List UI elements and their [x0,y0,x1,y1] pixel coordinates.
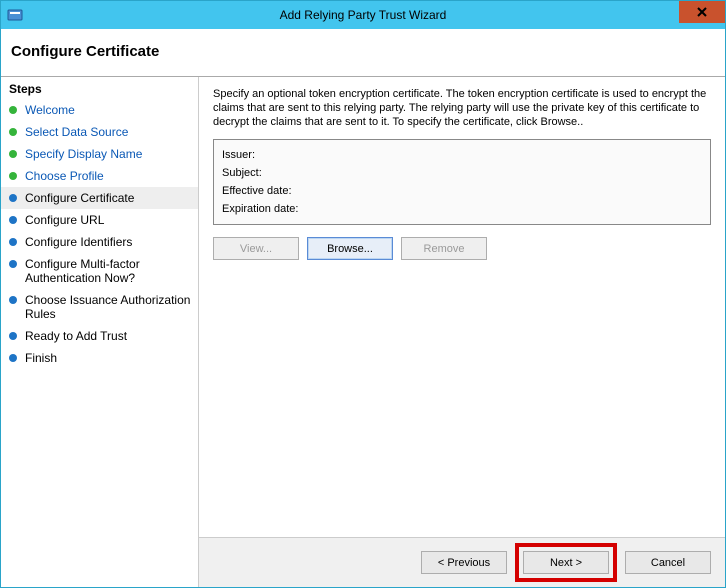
close-button[interactable] [679,1,725,23]
step-configure-url: Configure URL [1,209,198,231]
step-authz-rules: Choose Issuance Authorization Rules [1,289,198,325]
step-upcoming-icon [9,216,17,224]
step-upcoming-icon [9,238,17,246]
next-highlight: Next > [515,543,617,582]
step-label: Welcome [25,103,75,117]
step-done-icon [9,128,17,136]
step-select-data-source[interactable]: Select Data Source [1,121,198,143]
step-label: Choose Profile [25,169,104,183]
wizard-window: Add Relying Party Trust Wizard Configure… [0,0,726,588]
step-done-icon [9,106,17,114]
page-header: Configure Certificate [1,29,725,77]
step-label: Select Data Source [25,125,128,139]
titlebar: Add Relying Party Trust Wizard [1,1,725,29]
step-done-icon [9,172,17,180]
wizard-body: Steps Welcome Select Data Source Specify… [1,77,725,587]
certificate-details-box: Issuer: Subject: Effective date: Expirat… [213,139,711,225]
cert-subject-label: Subject: [222,164,702,182]
step-configure-mfa: Configure Multi-factor Authentication No… [1,253,198,289]
step-label: Configure URL [25,213,104,227]
step-label: Specify Display Name [25,147,142,161]
instructions-text: Specify an optional token encryption cer… [213,87,711,129]
step-done-icon [9,150,17,158]
window-title: Add Relying Party Trust Wizard [1,8,725,22]
step-label: Configure Certificate [25,191,134,205]
previous-button[interactable]: < Previous [421,551,507,574]
step-finish: Finish [1,347,198,369]
step-label: Configure Multi-factor Authentication No… [25,257,192,285]
step-ready-to-add: Ready to Add Trust [1,325,198,347]
cancel-button[interactable]: Cancel [625,551,711,574]
cert-buttons-row: View... Browse... Remove [213,237,711,260]
page-title: Configure Certificate [11,43,715,60]
step-upcoming-icon [9,354,17,362]
close-icon [696,6,708,18]
step-specify-display-name[interactable]: Specify Display Name [1,143,198,165]
step-configure-identifiers: Configure Identifiers [1,231,198,253]
wizard-footer: < Previous Next > Cancel [199,537,725,587]
step-choose-profile[interactable]: Choose Profile [1,165,198,187]
view-button: View... [213,237,299,260]
step-upcoming-icon [9,332,17,340]
content-pane: Specify an optional token encryption cer… [199,77,725,587]
step-label: Ready to Add Trust [25,329,127,343]
steps-sidebar: Steps Welcome Select Data Source Specify… [1,77,199,587]
step-current-icon [9,194,17,202]
step-label: Configure Identifiers [25,235,132,249]
step-configure-certificate[interactable]: Configure Certificate [1,187,198,209]
step-upcoming-icon [9,260,17,268]
step-label: Finish [25,351,57,365]
steps-header: Steps [1,79,198,99]
app-icon [7,7,23,23]
cert-issuer-label: Issuer: [222,146,702,164]
step-upcoming-icon [9,296,17,304]
cert-effective-label: Effective date: [222,182,702,200]
next-button[interactable]: Next > [523,551,609,574]
step-label: Choose Issuance Authorization Rules [25,293,192,321]
spacer [213,260,711,537]
cert-expiration-label: Expiration date: [222,200,702,218]
browse-button[interactable]: Browse... [307,237,393,260]
step-welcome[interactable]: Welcome [1,99,198,121]
remove-button: Remove [401,237,487,260]
